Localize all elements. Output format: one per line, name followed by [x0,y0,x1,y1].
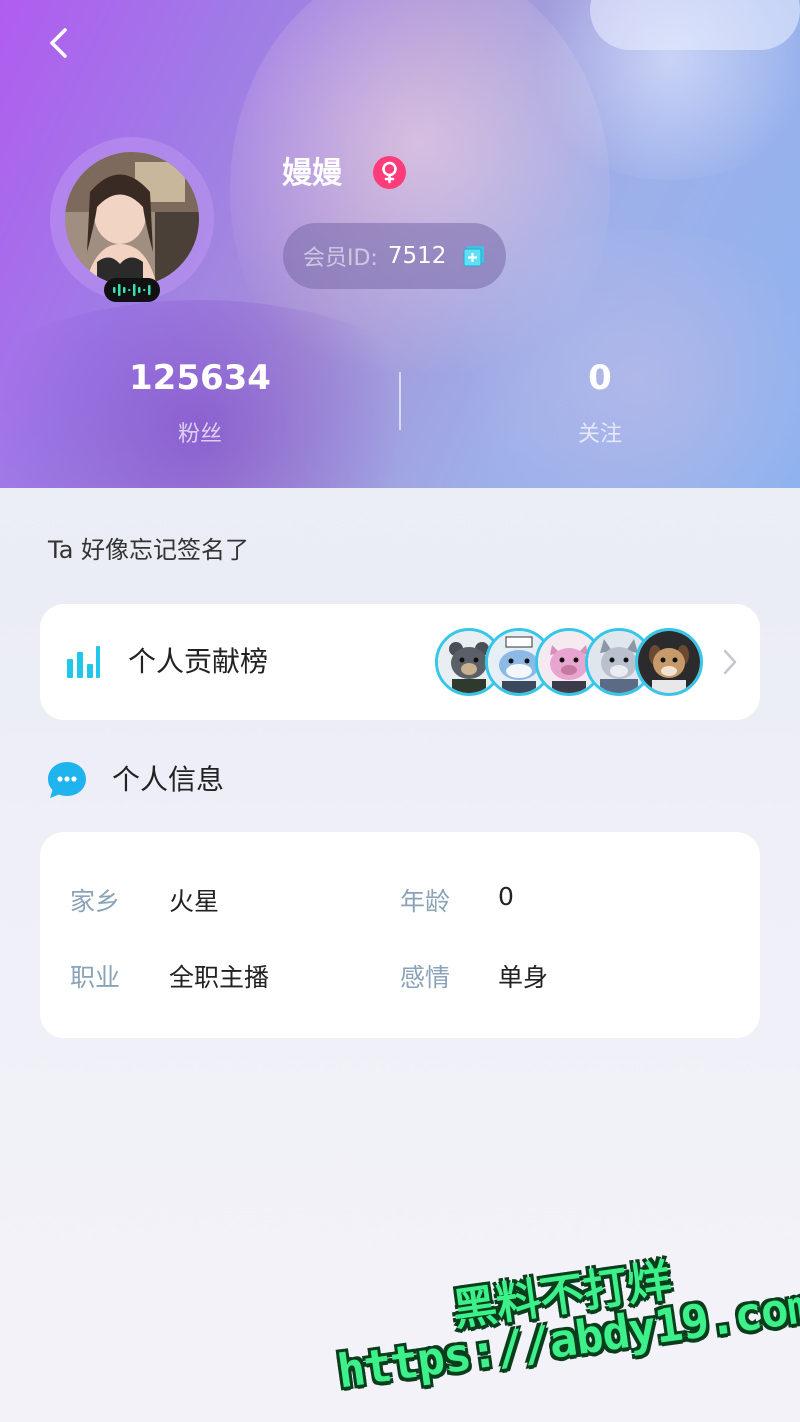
age-label: 年龄 [400,887,451,916]
fans-count: 125634 [129,358,271,398]
hometown-value: 火星 [169,887,220,916]
female-symbol-icon [382,161,397,184]
relationship-value: 单身 [498,963,549,992]
nickname: 嫚嫚 [282,156,342,191]
copy-icon[interactable] [462,244,486,268]
relationship-label: 感情 [400,963,451,992]
contribution-rank-title: 个人贡献榜 [128,645,269,678]
sound-wave-icon [113,284,151,296]
watermark: 黑料不打烊 https://abdy19.com [330,1255,800,1422]
chat-bubble-icon [48,762,86,798]
personal-info-card: 家乡 火星 年龄 0 职业 全职主播 感情 单身 [40,832,760,1038]
following-count: 0 [588,358,612,398]
stats-divider [399,372,401,430]
contributor-avatar[interactable] [635,628,703,696]
bar-chart-icon [67,646,100,678]
following-stat[interactable]: 0 关注 [480,358,720,448]
age-value: 0 [498,882,514,911]
contribution-rank-card[interactable]: 个人贡献榜 [40,604,760,720]
voice-live-badge [104,278,160,302]
hometown-label: 家乡 [70,887,121,916]
signature: Ta 好像忘记签名了 [48,536,250,564]
avatar-photo [65,152,199,286]
fans-label: 粉丝 [177,422,222,447]
gender-badge [373,156,406,189]
occupation-value: 全职主播 [169,963,270,992]
back-button[interactable] [38,22,82,66]
member-id-label: 会员ID: [303,246,378,271]
fans-stat[interactable]: 125634 粉丝 [80,358,320,448]
header-background-blur [590,0,800,50]
member-id-pill: 会员ID: 7512 [283,223,506,289]
following-label: 关注 [577,422,622,447]
personal-info-title: 个人信息 [112,763,225,796]
chevron-left-icon [50,28,67,58]
avatar[interactable] [65,152,199,286]
chevron-right-icon [723,649,737,675]
occupation-label: 职业 [70,963,121,992]
dog-avatar-icon [638,631,700,693]
member-id-value: 7512 [387,243,447,269]
